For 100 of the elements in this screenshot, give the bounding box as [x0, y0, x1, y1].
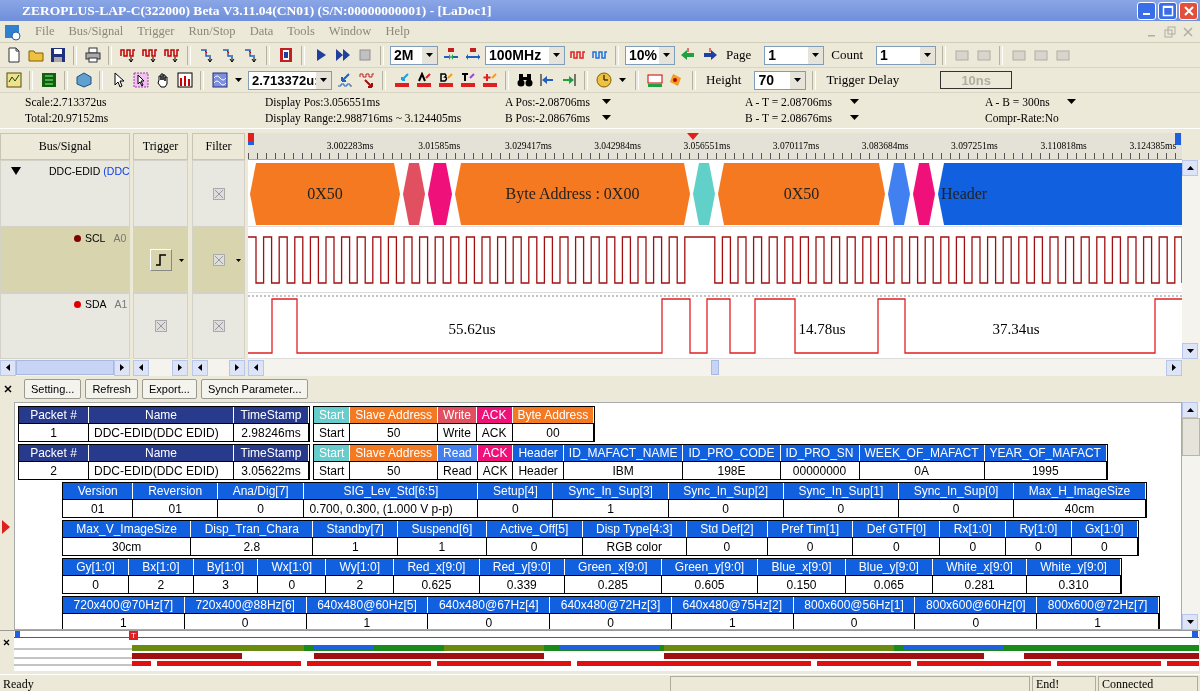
bus-segment[interactable]: 0X50 — [250, 163, 400, 225]
dropdown-arrow-icon[interactable] — [602, 99, 611, 105]
save-icon[interactable] — [48, 45, 67, 65]
bar-icon[interactable] — [414, 70, 433, 90]
trigger-marker-icon[interactable] — [687, 133, 699, 140]
table-cell: DDC-EDID(DDC EDID) — [89, 423, 234, 441]
scroll-up-icon[interactable] — [1186, 166, 1194, 170]
scroll-down-icon[interactable] — [1186, 349, 1194, 353]
tick-label: 3.042984ms — [594, 141, 641, 151]
dropdown-arrow-icon[interactable] — [850, 115, 859, 121]
trigger-cell[interactable] — [133, 160, 188, 227]
trigger-marker[interactable]: T — [129, 631, 138, 640]
tick-label: 3.01585ms — [418, 141, 461, 151]
cursor-in-icon[interactable] — [335, 70, 354, 90]
grid-icon[interactable] — [39, 70, 58, 90]
cube-icon[interactable] — [74, 70, 93, 90]
signal-name-cell[interactable]: DDC-EDID (DDC — [0, 160, 130, 227]
scroll-right-icon[interactable] — [178, 364, 182, 371]
bar-icon[interactable] — [458, 70, 477, 90]
page-dropdown[interactable]: 1 — [764, 45, 825, 65]
height-dropdown[interactable]: 70 — [754, 70, 807, 90]
table-cell: Read — [438, 461, 478, 479]
signal-name-cell[interactable]: SCL A0 — [0, 227, 130, 293]
bus-segment[interactable] — [888, 163, 910, 225]
scroll-right-icon[interactable] — [120, 364, 124, 371]
close-icon[interactable] — [3, 639, 10, 646]
dropdown-arrow-icon[interactable] — [850, 99, 859, 105]
minimize-button[interactable] — [1137, 1, 1156, 20]
scroll-right-icon[interactable] — [235, 364, 239, 371]
zoom-dropdown[interactable]: 10% — [625, 45, 675, 65]
collapse-icon[interactable] — [11, 166, 21, 176]
scroll-thumb[interactable] — [1182, 418, 1200, 456]
overview-drawing[interactable]: T — [14, 631, 1199, 671]
cursor-out-icon[interactable] — [357, 70, 376, 90]
table-cell: 0A — [859, 461, 985, 479]
scroll-up-icon[interactable] — [1186, 408, 1194, 412]
scroll-right-icon[interactable] — [1172, 364, 1176, 371]
bar-chart-icon[interactable] — [175, 70, 194, 90]
chart-icon[interactable] — [4, 70, 23, 90]
filter-cell[interactable] — [192, 293, 245, 359]
maximize-button[interactable] — [1158, 1, 1177, 20]
cursor-marker-icon[interactable] — [1175, 133, 1182, 145]
bus-segment[interactable] — [913, 163, 935, 225]
bar-icon[interactable] — [436, 70, 455, 90]
depth-dropdown[interactable]: 2M — [390, 45, 438, 65]
dropdown-arrow-icon[interactable] — [179, 259, 184, 262]
toolbar-button[interactable]: Export... — [141, 379, 197, 399]
scroll-down-icon[interactable] — [1186, 620, 1194, 624]
app-icon[interactable] — [4, 22, 22, 41]
scroll-thumb[interactable] — [711, 360, 719, 375]
cursor-marker-icon[interactable] — [248, 133, 255, 145]
filter-cell[interactable] — [192, 160, 245, 227]
dropdown-arrow-icon[interactable] — [602, 115, 611, 121]
close-icon[interactable] — [4, 385, 12, 393]
vertical-scrollbar[interactable] — [1182, 160, 1200, 359]
bus-segment[interactable] — [403, 163, 425, 225]
dropdown-arrow-icon[interactable] — [1067, 99, 1076, 105]
table-cell: 0.065 — [845, 575, 934, 593]
rate-dropdown[interactable]: 100MHz — [485, 45, 565, 65]
field-header: 640x480@60Hz[5] — [306, 597, 429, 613]
bus-segment[interactable] — [428, 163, 452, 225]
scroll-left-icon[interactable] — [198, 364, 202, 371]
column-header[interactable]: Bus/Signal — [0, 133, 130, 160]
horizontal-scrollbar[interactable] — [192, 359, 245, 376]
bus-segment[interactable]: 0X50 — [718, 163, 885, 225]
trigger-cell[interactable] — [133, 293, 188, 359]
channel-label: A0 — [113, 232, 127, 244]
dropdown-arrow-icon[interactable] — [236, 259, 241, 262]
horizontal-scrollbar[interactable] — [0, 359, 130, 376]
toolbar-button[interactable]: Refresh — [85, 379, 138, 399]
column-header: TimeStamp — [234, 445, 309, 461]
info-text: A Pos:-2.08706ms — [505, 96, 591, 108]
field-header: By[1:0] — [193, 559, 259, 575]
close-icon — [1182, 4, 1195, 17]
horizontal-scrollbar[interactable] — [248, 359, 1182, 376]
select-icon[interactable] — [131, 70, 150, 90]
vertical-scrollbar[interactable] — [1182, 402, 1200, 630]
column-header[interactable]: Trigger — [133, 133, 188, 160]
scroll-left-icon[interactable] — [6, 364, 10, 371]
waveform-icon[interactable] — [210, 70, 229, 90]
column-header: TimeStamp — [234, 407, 309, 423]
scroll-left-icon[interactable] — [139, 364, 143, 371]
field-header: Start — [314, 445, 351, 461]
clock-icon[interactable] — [594, 70, 613, 90]
column-header: Name — [89, 407, 234, 423]
rising-edge-icon[interactable] — [149, 249, 172, 271]
trigger-cell[interactable] — [133, 227, 188, 293]
filter-cell[interactable] — [192, 227, 245, 293]
count-dropdown[interactable]: 1 — [876, 45, 937, 65]
signal-name-cell[interactable]: SDA A1 — [0, 293, 130, 359]
scroll-left-icon[interactable] — [254, 364, 258, 371]
toolbar-button[interactable]: Synch Parameter... — [200, 379, 309, 399]
field-header: Std Def[2] — [686, 521, 768, 537]
column-header[interactable]: Filter — [192, 133, 245, 160]
printer-icon[interactable] — [83, 45, 102, 65]
field-header: Active_Off[5] — [486, 521, 583, 537]
bus-segment[interactable]: Byte Address : 0X00 — [455, 163, 690, 225]
close-button[interactable] — [1179, 1, 1198, 20]
toolbar-button[interactable]: Setting... — [24, 379, 82, 399]
horizontal-scrollbar[interactable] — [133, 359, 188, 376]
